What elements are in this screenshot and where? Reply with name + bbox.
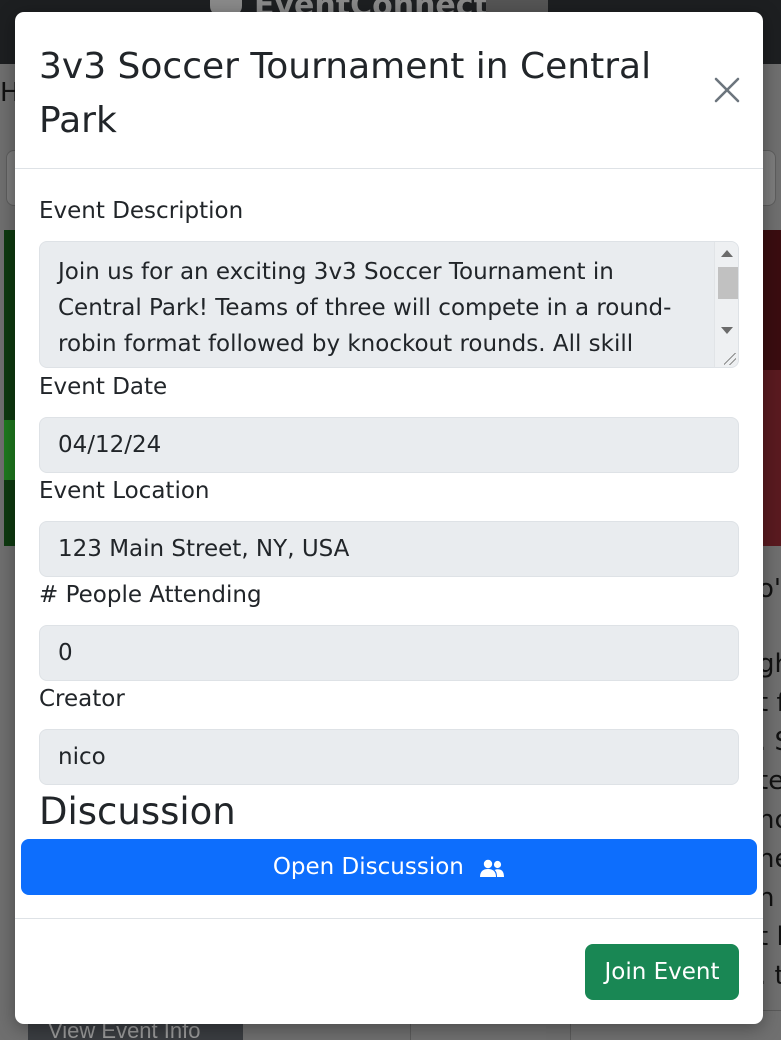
open-discussion-label: Open Discussion [272, 854, 464, 880]
location-label: Event Location [39, 478, 210, 504]
date-field[interactable]: 04/12/24 [39, 417, 739, 473]
scroll-thumb[interactable] [718, 267, 738, 299]
event-card-image-right [762, 230, 781, 546]
modal-title: 3v3 Soccer Tournament in Central Park [39, 46, 652, 141]
close-button[interactable] [709, 72, 745, 108]
description-textarea[interactable]: Join us for an exciting 3v3 Soccer Tourn… [39, 241, 739, 368]
location-field[interactable]: 123 Main Street, NY, USA [39, 521, 739, 577]
creator-label: Creator [39, 686, 125, 712]
event-details-modal: 3v3 Soccer Tournament in Central Park Ev… [15, 12, 763, 1024]
description-scrollbar[interactable] [714, 242, 738, 367]
open-discussion-button[interactable]: Open Discussion [21, 839, 757, 895]
attending-label: # People Attending [39, 582, 262, 608]
discussion-heading: Discussion [39, 790, 236, 833]
description-label: Event Description [39, 198, 244, 224]
scroll-up-icon[interactable] [721, 250, 733, 257]
description-text: Join us for an exciting 3v3 Soccer Tourn… [58, 259, 672, 357]
attending-field[interactable]: 0 [39, 625, 739, 681]
resize-handle-icon[interactable] [724, 353, 736, 365]
creator-field[interactable]: nico [39, 729, 739, 785]
date-label: Event Date [39, 374, 168, 400]
close-icon [714, 77, 740, 103]
people-icon [480, 859, 505, 877]
modal-header: 3v3 Soccer Tournament in Central Park [15, 12, 763, 169]
join-event-button[interactable]: Join Event [585, 944, 739, 1000]
modal-footer: Join Event [15, 918, 763, 1024]
scroll-down-icon[interactable] [721, 327, 733, 334]
